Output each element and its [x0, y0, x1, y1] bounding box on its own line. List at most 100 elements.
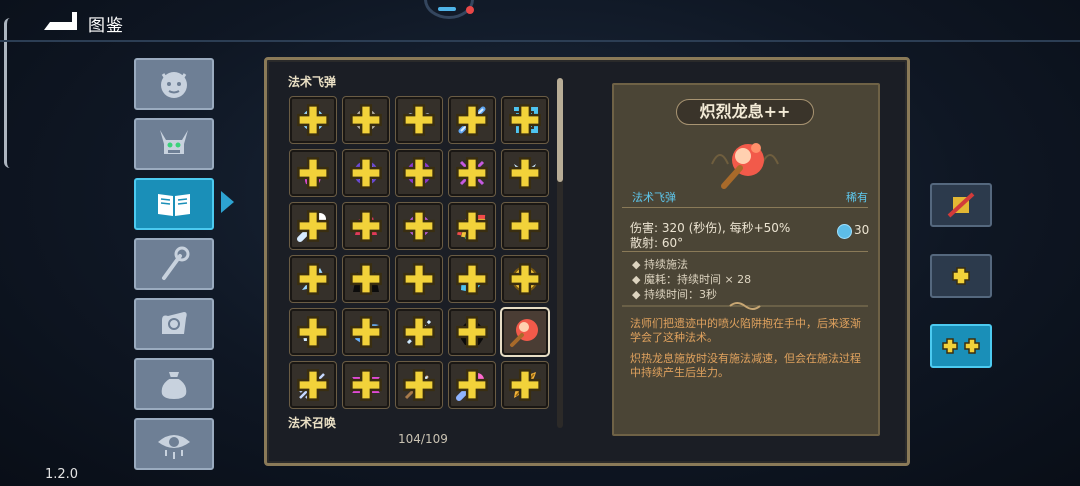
- spell-cell[interactable]: [289, 149, 337, 197]
- spell-cell[interactable]: [448, 96, 496, 144]
- page-title: 图鉴: [88, 16, 124, 36]
- side-tab-curse[interactable]: [134, 418, 214, 470]
- upgrade-plus-icon: [350, 157, 382, 189]
- spell-type: 法术飞弹: [632, 191, 676, 204]
- spell-cell[interactable]: [289, 255, 337, 303]
- spell-cell[interactable]: [395, 202, 443, 250]
- collection-counter: 104/109: [398, 432, 448, 446]
- spell-cell[interactable]: [448, 202, 496, 250]
- upgrade-plus-icon: [456, 263, 488, 295]
- back-button[interactable]: [42, 8, 80, 32]
- back-arrow-icon: [44, 12, 77, 30]
- top-center-indicator: [438, 7, 456, 11]
- spell-cell[interactable]: [448, 308, 496, 356]
- property-bullet: ◆ 持续施法: [632, 258, 688, 271]
- upgrade-plus-icon: [350, 316, 382, 348]
- upgrade-plus-icon: [456, 316, 488, 348]
- spread-stat: 散射: 60°: [630, 236, 684, 250]
- spell-cell[interactable]: [289, 202, 337, 250]
- upgrade-plus-icon: [403, 263, 435, 295]
- single-plus-icon: [952, 267, 970, 285]
- magic-staff-icon: [162, 246, 190, 280]
- upgrade-plus-icon: [297, 210, 329, 242]
- notification-dot: [466, 6, 474, 14]
- upgrade-plus-icon: [456, 157, 488, 189]
- property-bullet: ◆ 魔耗：持续时间 × 28: [632, 273, 752, 286]
- spell-cell[interactable]: [395, 149, 443, 197]
- spell-cell[interactable]: [342, 149, 390, 197]
- upgrade-plus-icon: [509, 210, 541, 242]
- upgrade-plus-icon: [403, 104, 435, 136]
- spell-cell[interactable]: [395, 308, 443, 356]
- plus-variant-button[interactable]: [930, 254, 992, 298]
- open-book-icon: [158, 194, 190, 216]
- detail-divider: [622, 251, 868, 252]
- spell-cell[interactable]: [342, 202, 390, 250]
- spell-cell[interactable]: [448, 255, 496, 303]
- upgrade-plus-icon: [350, 104, 382, 136]
- side-tab-monster[interactable]: [134, 58, 214, 110]
- upgrade-plus-icon: [403, 316, 435, 348]
- spell-description: 法师们把遗迹中的喷火陷阱抱在手中，后来逐渐学会了这种法术。: [630, 317, 861, 344]
- crossed-out-icon: [947, 192, 975, 218]
- spell-cell[interactable]: [500, 307, 550, 357]
- upgrade-plus-icon: [297, 263, 329, 295]
- grid-scroll-thumb[interactable]: [557, 78, 563, 182]
- mana-cost: 30: [854, 223, 870, 237]
- upgrade-plus-icon: [297, 104, 329, 136]
- spell-cell[interactable]: [395, 361, 443, 409]
- spell-cell[interactable]: [342, 361, 390, 409]
- spell-cell[interactable]: [501, 202, 549, 250]
- side-tab-relic[interactable]: [134, 298, 214, 350]
- spell-cell[interactable]: [395, 96, 443, 144]
- spell-cell[interactable]: [448, 149, 496, 197]
- plusplus-variant-button[interactable]: [930, 324, 992, 368]
- upgrade-plus-icon: [350, 369, 382, 401]
- fire-breath-icon: [711, 143, 779, 189]
- upgrade-plus-icon: [297, 316, 329, 348]
- section-label-summon: 法术召唤: [288, 416, 337, 430]
- version-label: 1.2.0: [45, 467, 79, 482]
- base-variant-button[interactable]: [930, 183, 992, 227]
- side-tab-item[interactable]: [134, 358, 214, 410]
- upgrade-plus-icon: [297, 157, 329, 189]
- spell-cell[interactable]: [289, 96, 337, 144]
- double-plus-icon: [942, 338, 980, 354]
- spell-cell[interactable]: [342, 96, 390, 144]
- fire-breath-icon: [510, 319, 538, 347]
- spell-cell[interactable]: [289, 361, 337, 409]
- spell-cell[interactable]: [342, 255, 390, 303]
- upgrade-plus-icon: [509, 263, 541, 295]
- active-tab-arrow: [221, 191, 234, 213]
- top-divider: [0, 40, 1080, 42]
- spell-name: 炽烈龙息++: [676, 99, 814, 125]
- spell-cell[interactable]: [501, 361, 549, 409]
- side-tab-boss[interactable]: [134, 118, 214, 170]
- spell-cell[interactable]: [289, 308, 337, 356]
- upgrade-plus-icon: [297, 369, 329, 401]
- hand-rune-icon: [162, 312, 187, 334]
- spell-description: 炽热龙息施放时没有施法减速，但会在施法过程中持续产生后坐力。: [630, 352, 861, 379]
- detail-divider: [622, 207, 868, 208]
- section-label-missile: 法术飞弹: [288, 75, 337, 89]
- spell-cell[interactable]: [501, 149, 549, 197]
- side-tab-spellbook[interactable]: [134, 178, 214, 230]
- ornament-divider: [622, 302, 868, 310]
- side-tab-staff[interactable]: [134, 238, 214, 290]
- spell-cell[interactable]: 禾: [501, 255, 549, 303]
- top-bar: 图鉴: [0, 0, 1080, 168]
- upgrade-plus-icon: [456, 369, 488, 401]
- spell-cell[interactable]: [448, 361, 496, 409]
- upgrade-plus-icon: [509, 157, 541, 189]
- spell-rarity: 稀有: [846, 191, 868, 204]
- upgrade-plus-icon: [403, 157, 435, 189]
- mana-icon: [837, 224, 852, 239]
- spell-cell[interactable]: [501, 96, 549, 144]
- horned-demon-icon: [160, 130, 188, 154]
- spell-cell[interactable]: [342, 308, 390, 356]
- spell-cell[interactable]: [395, 255, 443, 303]
- upgrade-plus-icon: [403, 210, 435, 242]
- dripping-eye-icon: [158, 435, 190, 459]
- upgrade-plus-icon: [350, 263, 382, 295]
- upgrade-plus-icon: [509, 104, 541, 136]
